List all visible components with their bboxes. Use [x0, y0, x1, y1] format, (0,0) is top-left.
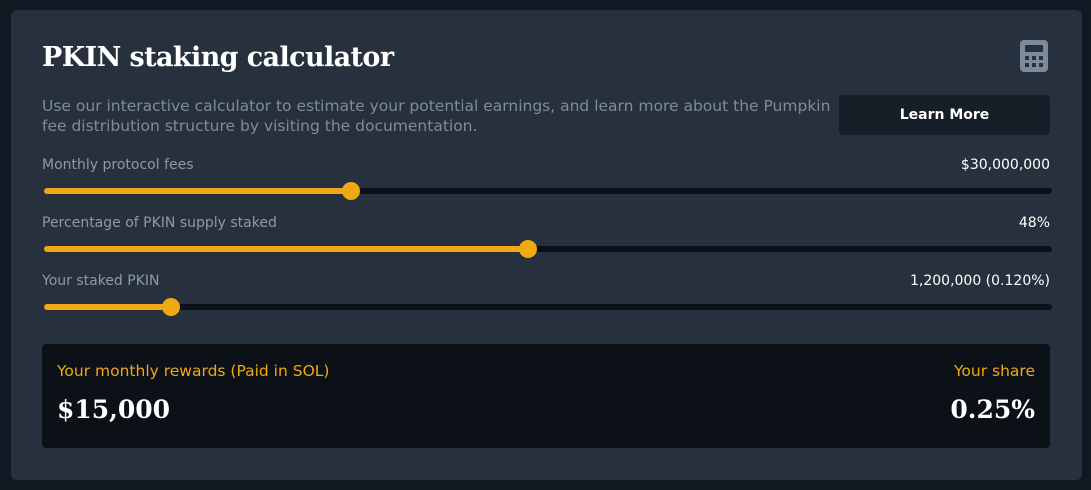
your-staked-pkin-slider[interactable] [44, 298, 1052, 316]
page-title: PKIN staking calculator [42, 42, 394, 73]
monthly-rewards-value: $15,000 [57, 395, 171, 424]
your-staked-pkin-value: 1,200,000 (0.120%) [909, 273, 1050, 289]
rewards-panel: Your monthly rewards (Paid in SOL) Your … [42, 344, 1050, 448]
monthly-rewards-label: Your monthly rewards (Paid in SOL) [57, 362, 330, 380]
learn-more-button[interactable]: Learn More [839, 95, 1050, 135]
your-staked-pkin-slider-thumb[interactable] [162, 298, 180, 316]
percentage-staked-slider[interactable] [44, 240, 1052, 258]
calculator-description: Use our interactive calculator to estima… [42, 97, 831, 135]
percentage-staked-label: Percentage of PKIN supply staked [42, 215, 277, 231]
monthly-protocol-fees-slider[interactable] [44, 182, 1052, 200]
your-staked-pkin-label: Your staked PKIN [42, 273, 160, 289]
calculator-icon [1020, 40, 1048, 72]
monthly-protocol-fees-slider-fill [44, 188, 352, 194]
your-staked-pkin-slider-fill [44, 304, 171, 310]
monthly-protocol-fees-value: $30,000,000 [960, 157, 1050, 173]
percentage-staked-slider-thumb[interactable] [518, 240, 537, 258]
percentage-staked-value: 48% [1018, 215, 1050, 231]
monthly-protocol-fees-label: Monthly protocol fees [42, 157, 194, 173]
staking-calculator-card: PKIN staking calculator Use our interact… [11, 10, 1082, 480]
percentage-staked-slider-fill [44, 246, 528, 252]
monthly-protocol-fees-slider-thumb[interactable] [342, 182, 361, 200]
your-share-value: 0.25% [950, 395, 1035, 424]
your-share-label: Your share [954, 362, 1035, 380]
